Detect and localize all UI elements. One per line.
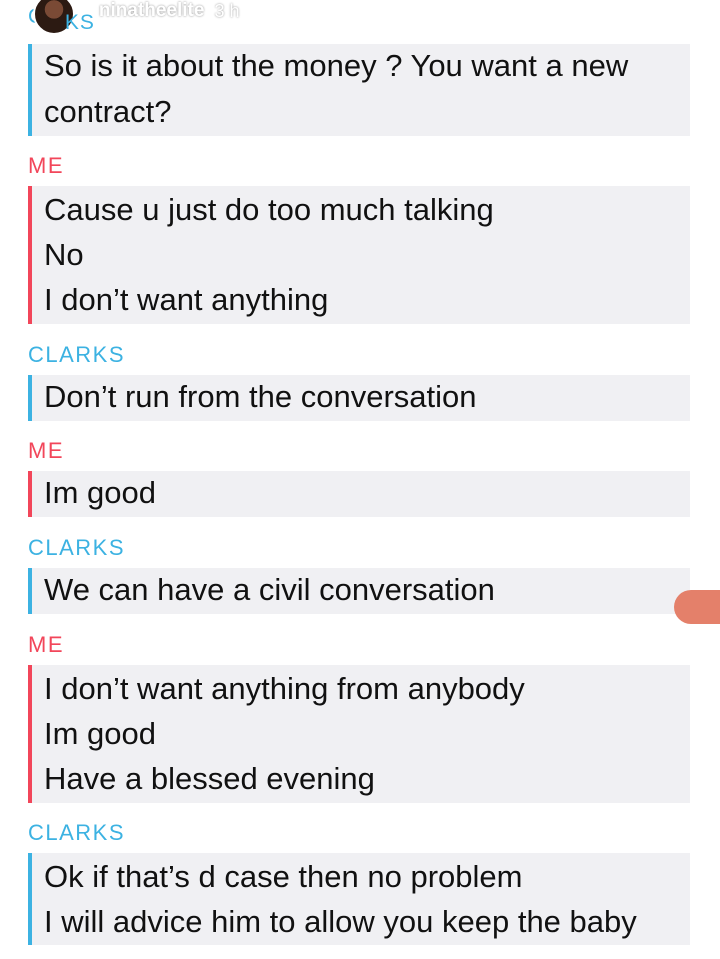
message-group[interactable]: We can have a civil conversation [28, 568, 690, 614]
sender-label-partial-end: KS [64, 11, 95, 34]
message-text: I will advice him to allow you keep the … [44, 904, 637, 939]
sender-label: ME [28, 153, 64, 178]
message-text: I don’t want anything from anybody [44, 671, 525, 706]
message-text: Ok if that’s d case then no problem [44, 859, 523, 894]
username[interactable]: ninatheelite [99, 0, 205, 22]
message-text: Cause u just do too much talking [44, 192, 494, 227]
scroll-handle[interactable] [674, 590, 720, 624]
sender-label: ME [28, 632, 64, 657]
message-text: Im good [44, 716, 157, 751]
message-text: So is it about the money ? You want a ne… [44, 48, 629, 83]
message-text: I don’t want anything [44, 282, 329, 317]
message-text: Have a blessed evening [44, 761, 375, 796]
message-text: contract? [44, 94, 172, 129]
post-time: 3 h [214, 0, 240, 21]
message-group[interactable]: Im good [28, 471, 690, 517]
story-header: CL KS ninatheelite 3 h [28, 0, 240, 35]
sender-label: CLARKS [28, 342, 126, 367]
message-text: No [44, 237, 84, 272]
sender-label: ME [28, 438, 64, 463]
chat-screen: CL KS ninatheelite 3 h So is it about th… [0, 0, 720, 959]
sender-label: CLARKS [28, 535, 126, 560]
message-group[interactable]: Don’t run from the conversation [28, 375, 690, 421]
message-group[interactable]: So is it about the money ? You want a ne… [28, 44, 690, 136]
message-text: We can have a civil conversation [44, 572, 495, 607]
sender-label: CLARKS [28, 820, 126, 845]
message-text: Im good [44, 475, 157, 510]
message-text: Don’t run from the conversation [44, 379, 477, 414]
message-group[interactable]: I don’t want anything from anybody Im goo… [28, 665, 690, 803]
message-group[interactable]: Ok if that’s d case then no problem I wil… [28, 853, 690, 945]
message-group[interactable]: Cause u just do too much talking No I don’… [28, 186, 690, 324]
